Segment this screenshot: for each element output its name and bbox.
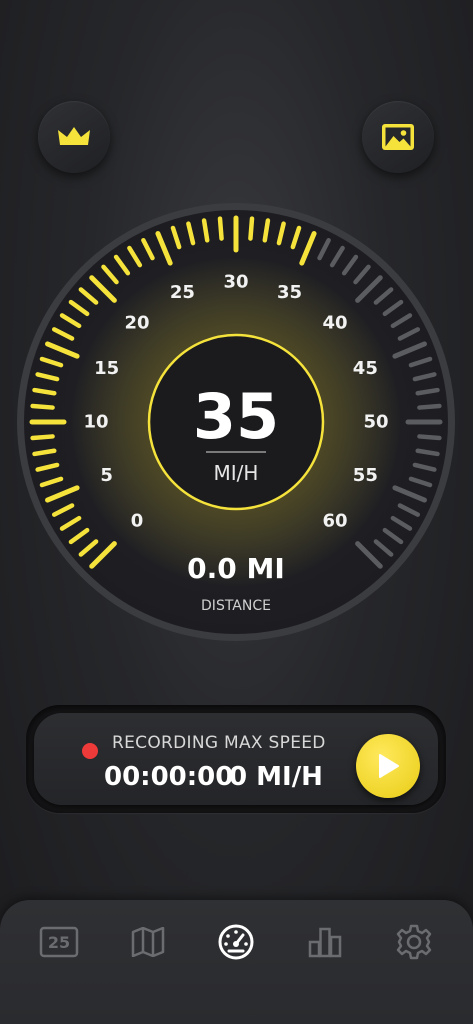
tab-calendar[interactable]: 25 xyxy=(37,920,81,964)
max-speed-label: MAX SPEED xyxy=(224,733,326,753)
gauge-tick xyxy=(30,403,55,410)
gauge-tick xyxy=(415,387,440,396)
map-icon xyxy=(131,927,165,957)
gauge-scale-label: 45 xyxy=(353,358,378,379)
calendar-icon: 25 xyxy=(39,926,79,958)
tab-speedometer[interactable] xyxy=(214,920,258,964)
gauge-scale-label: 20 xyxy=(124,313,149,334)
max-speed-value: 0 MI/H xyxy=(229,762,323,792)
gauge-scale-label: 55 xyxy=(353,465,378,486)
distance-label: DISTANCE xyxy=(201,598,271,614)
gauge-tick xyxy=(248,216,255,241)
speedometer-gauge: 051015202530354045505560 35 MI/H 0.0 MI … xyxy=(17,203,455,641)
speed-unit: MI/H xyxy=(214,461,259,485)
tab-stats[interactable] xyxy=(303,920,347,964)
gear-icon xyxy=(396,924,432,960)
recording-status-dot xyxy=(82,743,98,759)
tab-map[interactable] xyxy=(126,920,170,964)
recording-time: 00:00:00 xyxy=(104,762,234,792)
recording-label: RECORDING xyxy=(112,733,219,753)
gauge-scale-label: 35 xyxy=(277,282,302,303)
gauge-tick xyxy=(32,387,57,396)
tab-settings[interactable] xyxy=(392,920,436,964)
speedometer-icon xyxy=(218,924,254,960)
recording-card: RECORDING 00:00:00 MAX SPEED 0 MI/H xyxy=(34,713,438,805)
start-recording-button[interactable] xyxy=(356,734,420,798)
gauge-scale-label: 30 xyxy=(223,272,248,293)
recording-panel: RECORDING 00:00:00 MAX SPEED 0 MI/H xyxy=(26,705,446,813)
gauge-scale-label: 15 xyxy=(94,358,119,379)
gauge-scale-label: 0 xyxy=(131,510,144,531)
bottom-tab-bar: 25 xyxy=(0,900,473,1024)
calendar-icon-number: 25 xyxy=(48,933,70,952)
speed-value: 35 xyxy=(193,380,279,453)
gauge-tick xyxy=(217,216,224,241)
gauge-scale-label: 60 xyxy=(322,510,347,531)
gauge-tick xyxy=(415,448,440,457)
bar-chart-icon xyxy=(308,927,342,958)
gauge-scale-label: 5 xyxy=(100,465,113,486)
gauge-tick xyxy=(201,218,210,243)
gauge-tick xyxy=(417,434,442,441)
play-icon xyxy=(379,754,399,778)
gauge-scale-label: 40 xyxy=(322,313,347,334)
gauge-scale-label: 25 xyxy=(170,282,195,303)
gauge-scale-label: 10 xyxy=(83,412,108,433)
gauge-tick xyxy=(30,434,55,441)
gauge-tick xyxy=(32,448,57,457)
gauge-tick xyxy=(262,218,271,243)
gauge-scale-label: 50 xyxy=(363,412,388,433)
gauge-tick xyxy=(417,403,442,410)
distance-value: 0.0 MI xyxy=(187,552,285,585)
